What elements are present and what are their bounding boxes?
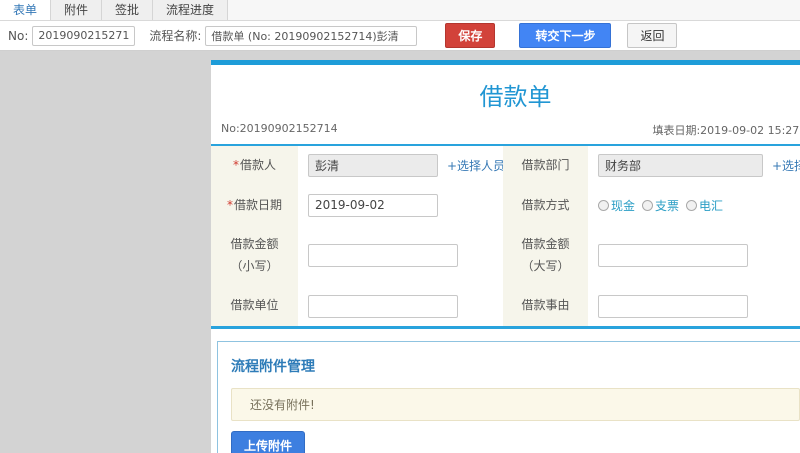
amount-upper-label-cell: 借款金额（大写） xyxy=(503,225,588,287)
radio-cheque[interactable] xyxy=(642,199,654,211)
no-input[interactable] xyxy=(32,25,136,46)
borrower-label-cell: *借款人 xyxy=(211,146,298,186)
loan-method-label-cell: 借款方式 xyxy=(503,185,588,226)
department-input[interactable] xyxy=(598,154,763,178)
required-mark: * xyxy=(232,158,239,172)
tab-process-progress[interactable]: 流程进度 xyxy=(153,0,229,20)
amount-lower-field-cell xyxy=(298,225,503,286)
radio-cash-label[interactable]: 现金 xyxy=(611,197,635,214)
no-attachments-alert: 还没有附件! xyxy=(231,387,800,421)
loan-date-label-cell: *借款日期 xyxy=(211,185,298,226)
loan-form-grid: *借款人 +选择人员 借款部门 +选择部门 *借款日期 借款方式 现金 xyxy=(211,146,800,326)
form-title: 借款单 xyxy=(479,83,552,111)
process-name-input[interactable] xyxy=(205,25,418,46)
radio-cheque-label[interactable]: 支票 xyxy=(655,197,679,214)
attachments-heading: 流程附件管理 xyxy=(231,358,315,375)
select-department-link[interactable]: +选择部门 xyxy=(772,157,800,174)
department-label-cell: 借款部门 xyxy=(503,146,588,186)
tab-approval[interactable]: 签批 xyxy=(102,0,154,20)
action-toolbar: No: 流程名称: 保存 转交下一步 返回 xyxy=(0,21,800,51)
save-button[interactable]: 保存 xyxy=(445,23,496,48)
loan-reason-input[interactable] xyxy=(598,294,748,318)
borrower-input[interactable] xyxy=(308,154,438,178)
loan-unit-label-cell: 借款单位 xyxy=(211,286,298,326)
amount-uppercase-input[interactable] xyxy=(598,244,748,268)
form-fill-date-text: 填表日期:2019-09-02 15:27:1 xyxy=(652,124,800,137)
attachments-section: 流程附件管理 还没有附件! 上传附件 xyxy=(217,340,800,453)
form-bottom-divider xyxy=(211,325,800,329)
loan-method-field-cell: 现金 支票 电汇 xyxy=(588,186,800,226)
select-person-link[interactable]: +选择人员 xyxy=(447,157,505,174)
loan-date-input[interactable] xyxy=(308,193,438,217)
form-meta-row: No:20190902152714 填表日期:2019-09-02 15:27:… xyxy=(211,122,800,144)
form-number-text: No:20190902152714 xyxy=(221,122,338,135)
required-mark: * xyxy=(226,197,233,212)
loan-unit-field-cell xyxy=(298,286,503,326)
amount-lowercase-input[interactable] xyxy=(308,244,458,268)
radio-wire[interactable] xyxy=(686,199,698,211)
process-name-label: 流程名称: xyxy=(149,29,202,43)
radio-cash[interactable] xyxy=(598,199,609,211)
loan-unit-input[interactable] xyxy=(308,294,458,318)
tab-form[interactable]: 表单 xyxy=(0,0,52,20)
back-button[interactable]: 返回 xyxy=(627,23,678,48)
loan-form-panel: 借款单 No:20190902152714 填表日期:2019-09-02 15… xyxy=(211,60,800,453)
method-radio-group: 现金 支票 电汇 xyxy=(598,197,730,214)
upload-attachment-button[interactable]: 上传附件 xyxy=(231,430,306,453)
loan-date-field-cell xyxy=(298,186,503,226)
loan-reason-label-cell: 借款事由 xyxy=(503,286,588,326)
borrower-field-cell: +选择人员 xyxy=(298,146,505,186)
loan-reason-field-cell xyxy=(588,286,800,326)
transfer-next-step-button[interactable]: 转交下一步 xyxy=(519,23,612,48)
radio-wire-label[interactable]: 电汇 xyxy=(699,197,723,214)
amount-upper-field-cell xyxy=(588,225,800,286)
tab-bar: 表单 附件 签批 流程进度 xyxy=(0,0,800,21)
department-field-cell: +选择部门 xyxy=(588,146,800,186)
tab-attachments[interactable]: 附件 xyxy=(51,0,103,20)
no-label: No: xyxy=(8,28,29,43)
amount-lower-label-cell: 借款金额（小写） xyxy=(211,225,298,287)
